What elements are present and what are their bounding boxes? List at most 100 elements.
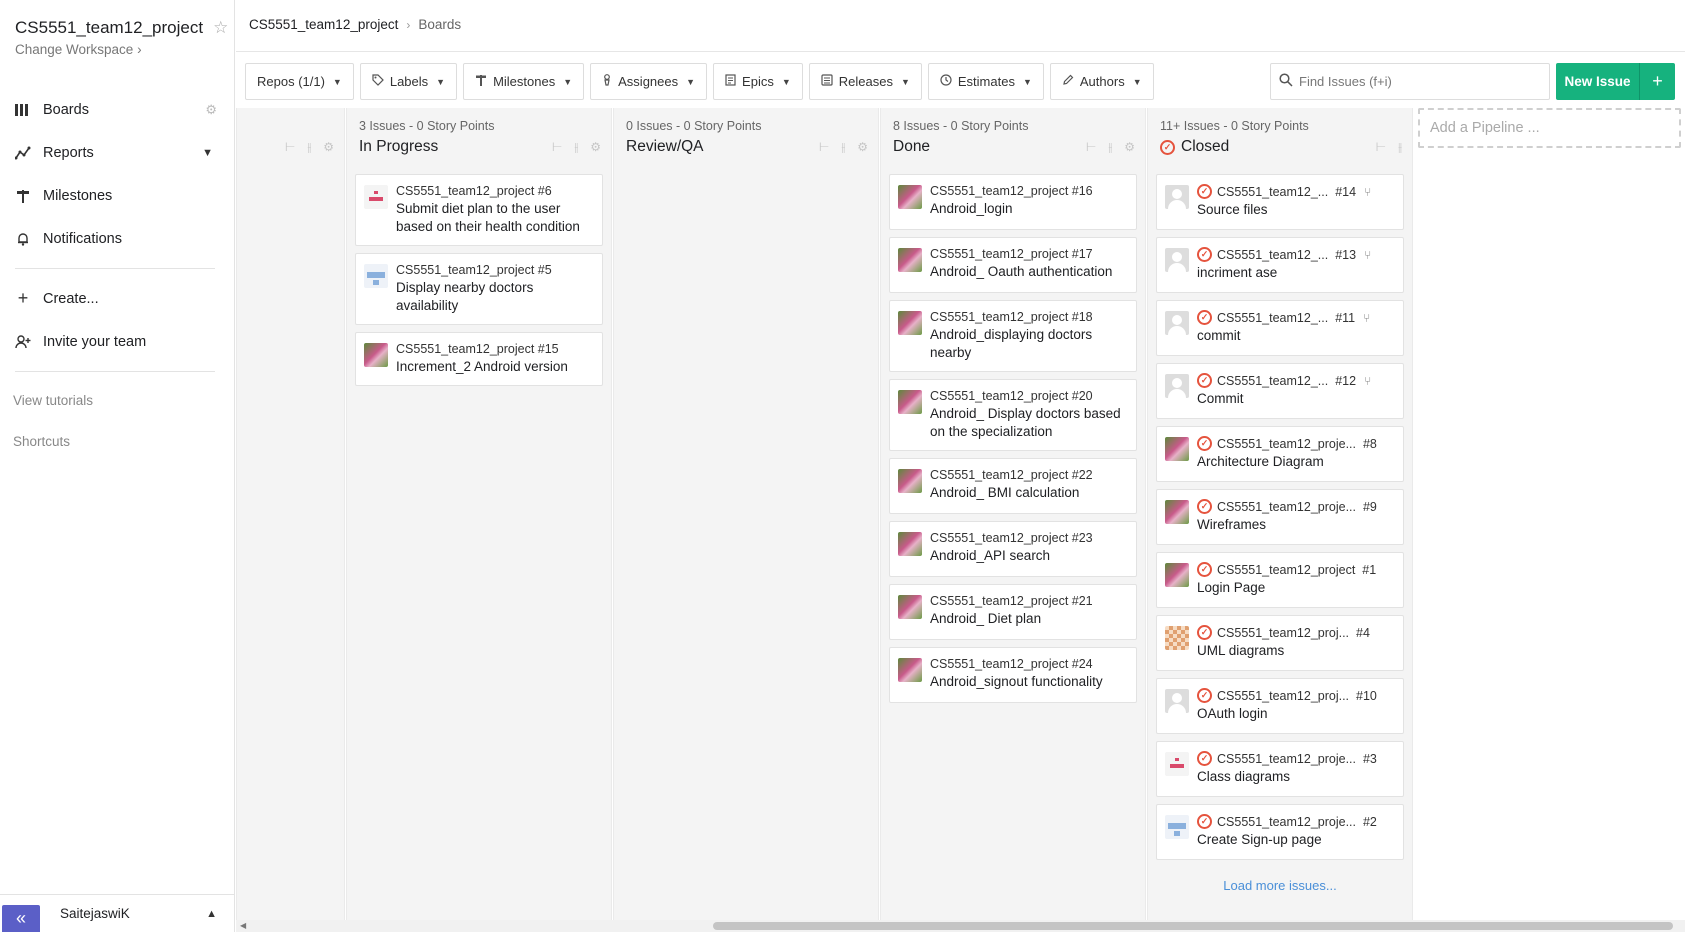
breadcrumb-project[interactable]: CS5551_team12_project xyxy=(249,17,398,32)
issue-number: #13 xyxy=(1335,247,1357,262)
issue-title: Submit diet plan to the user based on th… xyxy=(396,201,580,234)
issue-card[interactable]: ✓ CS5551_team12_... #12 ⑂ Commit xyxy=(1156,363,1404,419)
chevron-up-icon[interactable]: ▲ xyxy=(206,908,217,920)
collapse-sidebar-button[interactable]: « xyxy=(2,904,40,932)
new-issue-dropdown[interactable]: + xyxy=(1640,71,1675,92)
horizontal-scrollbar[interactable]: ◀ xyxy=(236,920,1685,932)
workspace-title[interactable]: CS5551_team12_project xyxy=(15,18,203,38)
labels-filter[interactable]: Labels ▼ xyxy=(359,63,458,100)
issue-title: Class diagrams xyxy=(1197,769,1291,784)
star-icon[interactable]: ☆ xyxy=(213,18,228,38)
gear-icon[interactable]: ⚙ xyxy=(590,140,601,155)
issue-card[interactable]: ✓ CS5551_team12_proje... #2 Create Sign-… xyxy=(1156,804,1404,860)
invite-team-button[interactable]: Invite your team xyxy=(0,320,235,363)
pipeline-title-text: Closed xyxy=(1181,138,1230,155)
search-input[interactable] xyxy=(1299,74,1539,89)
issue-card[interactable]: CS5551_team12_project #22 Android_ BMI c… xyxy=(889,458,1137,514)
issue-card[interactable]: CS5551_team12_project #24 Android_signou… xyxy=(889,647,1137,703)
avatar xyxy=(1165,689,1189,713)
issue-repo: CS5551_team12_proje... xyxy=(1217,499,1356,514)
split-pipeline-icon[interactable]: ⫲ xyxy=(1398,140,1402,155)
tag-icon xyxy=(372,74,384,89)
issue-title: Android_displaying doctors nearby xyxy=(930,327,1093,360)
issue-card[interactable]: CS5551_team12_project #18 Android_displa… xyxy=(889,300,1137,372)
issue-card[interactable]: CS5551_team12_project #20 Android_ Displ… xyxy=(889,379,1137,451)
split-pipeline-icon[interactable]: ⫲ xyxy=(307,140,311,155)
issue-card[interactable]: ✓ CS5551_team12_proje... #8 Architecture… xyxy=(1156,426,1404,482)
add-pipeline-button[interactable]: Add a Pipeline ... xyxy=(1418,108,1681,148)
issue-card[interactable]: CS5551_team12_project #21 Android_ Diet … xyxy=(889,584,1137,640)
assignees-filter[interactable]: Assignees ▼ xyxy=(590,63,708,100)
split-pipeline-icon[interactable]: ⫲ xyxy=(574,140,578,155)
create-button[interactable]: + Create... xyxy=(0,277,235,320)
collapse-pipeline-icon[interactable]: ⊢ xyxy=(1376,140,1386,155)
issue-card[interactable]: ✓ CS5551_team12_... #13 ⑂ incriment ase xyxy=(1156,237,1404,293)
sidebar-divider xyxy=(15,371,215,372)
issue-title: incriment ase xyxy=(1197,265,1278,280)
split-pipeline-icon[interactable]: ⫲ xyxy=(1108,140,1112,155)
load-more-link[interactable]: Load more issues... xyxy=(1156,878,1404,893)
issue-card[interactable]: CS5551_team12_project #15 Increment_2 An… xyxy=(355,332,603,386)
pipeline-meta: 8 Issues - 0 Story Points xyxy=(893,119,1029,133)
issue-card[interactable]: CS5551_team12_project #23 Android_API se… xyxy=(889,521,1137,577)
labels-filter-label: Labels xyxy=(389,74,429,89)
new-issue-button[interactable]: New Issue + xyxy=(1556,63,1675,100)
collapse-pipeline-icon[interactable]: ⊢ xyxy=(552,140,562,155)
issue-ref: CS5551_team12_project #21 xyxy=(930,594,1093,608)
breadcrumb-current: Boards xyxy=(418,17,462,32)
scroll-left-icon[interactable]: ◀ xyxy=(240,920,246,932)
issue-card[interactable]: ✓ CS5551_team12_project #1 Login Page xyxy=(1156,552,1404,608)
repos-filter[interactable]: Repos (1/1) ▼ xyxy=(245,63,354,100)
issue-card[interactable]: ✓ CS5551_team12_proje... #3 Class diagra… xyxy=(1156,741,1404,797)
issue-card[interactable]: ✓ CS5551_team12_proje... #9 Wireframes xyxy=(1156,489,1404,545)
gear-icon[interactable]: ⚙ xyxy=(323,140,334,155)
issue-list: ✓ CS5551_team12_... #14 ⑂ Source files ✓… xyxy=(1156,174,1404,893)
issue-ref: CS5551_team12_project #16 xyxy=(930,184,1093,198)
issue-list: CS5551_team12_project #6 Submit diet pla… xyxy=(355,174,603,393)
collapse-pipeline-icon[interactable]: ⊢ xyxy=(285,140,295,155)
pipeline-tools: ⊢ ⫲ ⚙ xyxy=(285,140,334,155)
sidebar-item-notifications[interactable]: Notifications xyxy=(0,217,235,260)
releases-filter[interactable]: Releases ▼ xyxy=(808,63,922,100)
new-issue-label[interactable]: New Issue xyxy=(1556,63,1640,100)
split-pipeline-icon[interactable]: ⫲ xyxy=(841,140,845,155)
chevron-down-icon: ▼ xyxy=(781,76,791,87)
estimates-filter[interactable]: Estimates ▼ xyxy=(927,63,1044,100)
issue-card[interactable]: ✓ CS5551_team12_... #11 ⑂ commit xyxy=(1156,300,1404,356)
chevron-right-icon: › xyxy=(137,42,142,57)
issue-number: #8 xyxy=(1362,436,1377,451)
authors-filter[interactable]: Authors ▼ xyxy=(1049,63,1154,100)
collapse-pipeline-icon[interactable]: ⊢ xyxy=(819,140,829,155)
pipeline-tools: ⊢ ⫲ xyxy=(1376,140,1402,155)
collapse-pipeline-icon[interactable]: ⊢ xyxy=(1086,140,1096,155)
gear-icon[interactable]: ⚙ xyxy=(205,102,217,118)
sidebar-item-boards[interactable]: Boards ⚙ xyxy=(0,88,235,131)
issue-card[interactable]: CS5551_team12_project #5 Display nearby … xyxy=(355,253,603,325)
issue-card[interactable]: CS5551_team12_project #16 Android_login xyxy=(889,174,1137,230)
sidebar-item-reports[interactable]: Reports ▼ xyxy=(0,131,235,174)
issue-card[interactable]: CS5551_team12_project #17 Android_ Oauth… xyxy=(889,237,1137,293)
closed-issue-icon: ✓ xyxy=(1197,688,1212,703)
scrollbar-thumb[interactable] xyxy=(713,922,1673,930)
gear-icon[interactable]: ⚙ xyxy=(857,140,868,155)
change-workspace-link[interactable]: Change Workspace › xyxy=(15,42,142,57)
issue-title: Wireframes xyxy=(1197,517,1267,532)
issue-card[interactable]: ✓ CS5551_team12_proj... #4 UML diagrams xyxy=(1156,615,1404,671)
issue-title: Login Page xyxy=(1197,580,1266,595)
closed-issue-icon: ✓ xyxy=(1197,562,1212,577)
user-name[interactable]: SaitejaswiK xyxy=(60,906,206,921)
issue-number: #14 xyxy=(1335,184,1357,199)
issue-card[interactable]: ✓ CS5551_team12_... #14 ⑂ Source files xyxy=(1156,174,1404,230)
shortcuts-link[interactable]: Shortcuts xyxy=(0,421,235,462)
epics-filter[interactable]: Epics ▼ xyxy=(713,63,803,100)
chevron-down-icon[interactable]: ▼ xyxy=(202,147,213,159)
pipeline-in-progress: 3 Issues - 0 Story Points In Progress ⊢ … xyxy=(346,108,612,920)
gear-icon[interactable]: ⚙ xyxy=(1124,140,1135,155)
issue-title: Create Sign-up page xyxy=(1197,832,1322,847)
milestones-filter[interactable]: Milestones ▼ xyxy=(463,63,585,100)
issue-card[interactable]: ✓ CS5551_team12_proj... #10 OAuth login xyxy=(1156,678,1404,734)
sidebar-item-milestones[interactable]: Milestones xyxy=(0,174,235,217)
view-tutorials-link[interactable]: View tutorials xyxy=(0,380,235,421)
user-bar: « SaitejaswiK ▲ xyxy=(0,894,235,932)
issue-card[interactable]: CS5551_team12_project #6 Submit diet pla… xyxy=(355,174,603,246)
